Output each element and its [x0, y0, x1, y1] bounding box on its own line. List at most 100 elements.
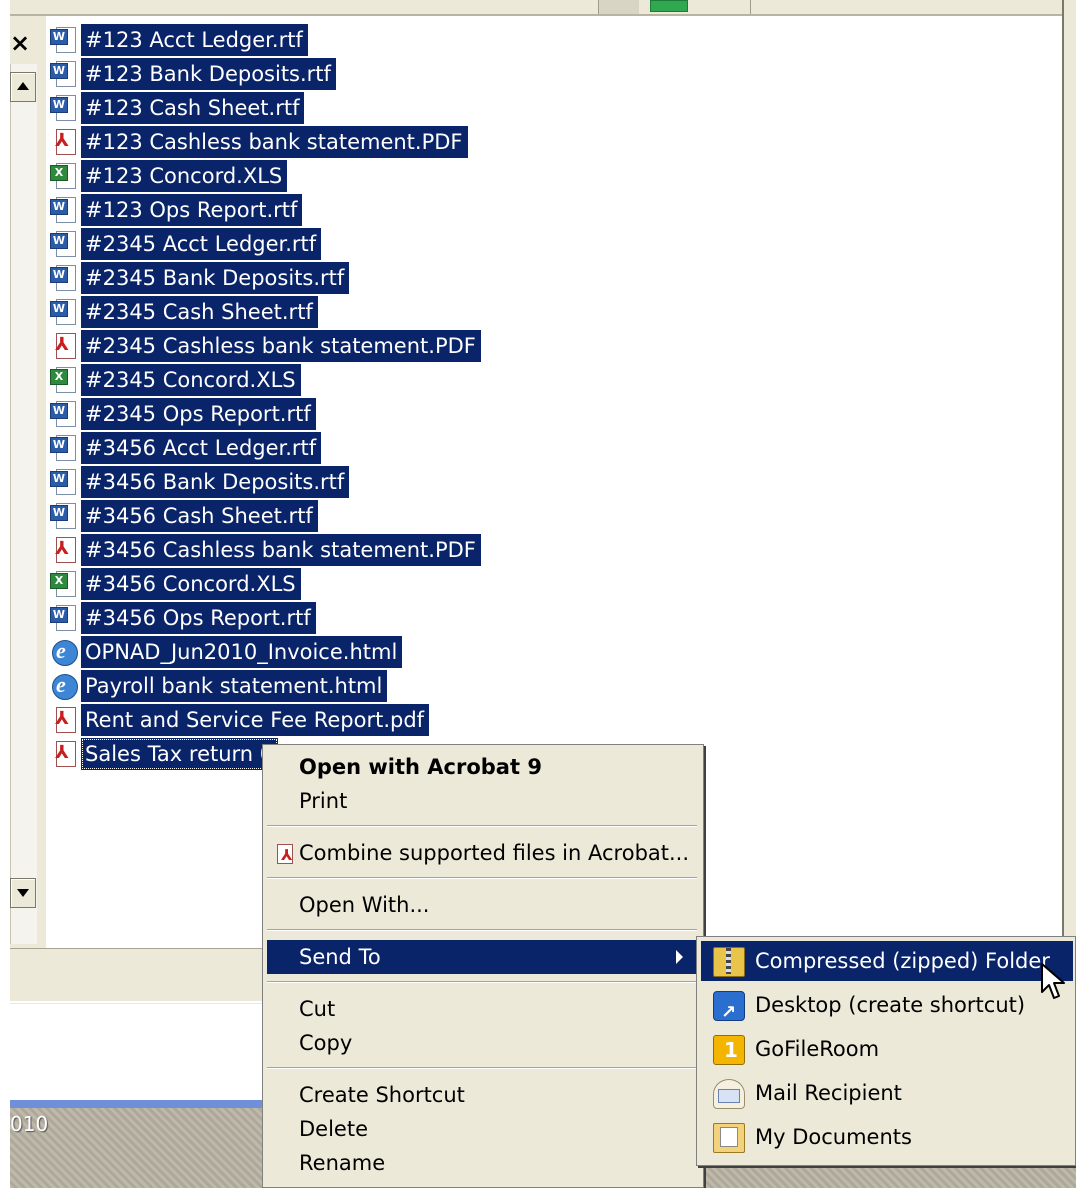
menu-rename[interactable]: Rename: [267, 1146, 697, 1180]
sendto-label: Mail Recipient: [755, 1081, 902, 1105]
menu-separator: [267, 981, 697, 983]
excel-icon: X: [48, 365, 78, 395]
file-row[interactable]: X #3456 Concord.XLS: [48, 567, 301, 601]
file-row[interactable]: e Payroll bank statement.html: [48, 669, 388, 703]
file-name-label: #123 Cashless bank statement.PDF: [81, 126, 468, 158]
file-name-label: #3456 Bank Deposits.rtf: [81, 466, 350, 498]
sendto-label: Desktop (create shortcut): [755, 993, 1026, 1017]
scroll-down-button[interactable]: [10, 878, 36, 908]
file-row[interactable]: W #123 Cash Sheet.rtf: [48, 91, 305, 125]
pdf-icon: ⅄: [48, 535, 78, 565]
pdf-icon: ⅄: [48, 127, 78, 157]
file-name-label: #3456 Acct Ledger.rtf: [81, 432, 322, 464]
file-name-label: #3456 Cash Sheet.rtf: [81, 500, 318, 532]
file-name-label: #2345 Bank Deposits.rtf: [81, 262, 350, 294]
sendto-gofileroom[interactable]: GoFileRoom: [701, 1029, 1073, 1069]
zip-folder-icon: [713, 947, 745, 977]
scroll-up-button[interactable]: [10, 72, 36, 102]
file-row[interactable]: ⅄ #2345 Cashless bank statement.PDF: [48, 329, 481, 363]
word-doc-icon: W: [48, 603, 78, 633]
file-name-label: #2345 Concord.XLS: [81, 364, 301, 396]
file-row[interactable]: ⅄ #3456 Cashless bank statement.PDF: [48, 533, 481, 567]
file-name-label: #123 Cash Sheet.rtf: [81, 92, 305, 124]
file-row[interactable]: W #2345 Acct Ledger.rtf: [48, 227, 322, 261]
word-doc-icon: W: [48, 297, 78, 327]
file-name-label: #2345 Ops Report.rtf: [81, 398, 316, 430]
word-doc-icon: W: [48, 501, 78, 531]
toolbar-dropdown-edge[interactable]: [598, 0, 639, 14]
file-name-label: #123 Concord.XLS: [81, 160, 288, 192]
menu-separator: [267, 1067, 697, 1069]
word-doc-icon: W: [48, 195, 78, 225]
file-row[interactable]: X #123 Concord.XLS: [48, 159, 288, 193]
send-to-submenu: Compressed (zipped) Folder Desktop (crea…: [696, 936, 1076, 1166]
file-row[interactable]: W #123 Acct Ledger.rtf: [48, 23, 308, 57]
word-doc-icon: W: [48, 229, 78, 259]
menu-combine-label: Combine supported files in Acrobat...: [299, 841, 690, 865]
file-name-label: Rent and Service Fee Report.pdf: [81, 704, 430, 736]
gofileroom-icon: [713, 1035, 745, 1065]
menu-cut[interactable]: Cut: [267, 992, 697, 1026]
acrobat-combine-icon: ⅄: [275, 842, 297, 864]
file-row[interactable]: W #123 Bank Deposits.rtf: [48, 57, 336, 91]
word-doc-icon: W: [48, 25, 78, 55]
sendto-label: Compressed (zipped) Folder: [755, 949, 1050, 973]
menu-combine-acrobat[interactable]: ⅄ Combine supported files in Acrobat...: [267, 836, 697, 870]
menu-separator: [267, 877, 697, 879]
file-row[interactable]: W #2345 Cash Sheet.rtf: [48, 295, 318, 329]
file-row[interactable]: W #2345 Ops Report.rtf: [48, 397, 316, 431]
menu-print[interactable]: Print: [267, 784, 697, 818]
file-name-label: #3456 Cashless bank statement.PDF: [81, 534, 481, 566]
mail-recipient-icon: [713, 1079, 745, 1109]
mouse-pointer-icon: [1041, 963, 1065, 999]
file-row[interactable]: ⅄ #123 Cashless bank statement.PDF: [48, 125, 468, 159]
file-row[interactable]: W #3456 Acct Ledger.rtf: [48, 431, 322, 465]
sendto-desktop[interactable]: Desktop (create shortcut): [701, 985, 1073, 1033]
file-name-label: #123 Bank Deposits.rtf: [81, 58, 336, 90]
pdf-icon: ⅄: [48, 705, 78, 735]
sendto-mail-recipient[interactable]: Mail Recipient: [701, 1073, 1073, 1113]
file-name-label: Sales Tax return 0: [81, 738, 279, 770]
file-name-label: #123 Acct Ledger.rtf: [81, 24, 308, 56]
excel-icon: X: [48, 569, 78, 599]
desktop-shortcut-icon: [713, 991, 745, 1033]
menu-open-with-acrobat[interactable]: Open with Acrobat 9: [267, 750, 697, 784]
file-row[interactable]: W #3456 Ops Report.rtf: [48, 601, 316, 635]
go-button[interactable]: [650, 0, 688, 12]
ie-html-icon: e: [48, 671, 78, 701]
menu-create-shortcut[interactable]: Create Shortcut: [267, 1078, 697, 1112]
window-titlebar-fragment: [10, 1100, 270, 1108]
file-name-label: OPNAD_Jun2010_Invoice.html: [81, 636, 403, 668]
arrow-down-icon: [17, 889, 29, 897]
file-name-label: #2345 Cashless bank statement.PDF: [81, 330, 481, 362]
sendto-compressed-folder[interactable]: Compressed (zipped) Folder: [701, 941, 1073, 981]
close-pane-icon[interactable]: ×: [10, 26, 36, 60]
file-row[interactable]: ⅄ Sales Tax return 0: [48, 737, 279, 771]
file-row[interactable]: W #3456 Cash Sheet.rtf: [48, 499, 318, 533]
menu-copy[interactable]: Copy: [267, 1026, 697, 1060]
desktop-label: 010: [10, 1112, 49, 1136]
sendto-my-documents[interactable]: My Documents: [701, 1117, 1073, 1157]
file-row[interactable]: W #2345 Bank Deposits.rtf: [48, 261, 350, 295]
file-name-label: #3456 Ops Report.rtf: [81, 602, 316, 634]
window-right-border: [1062, 0, 1076, 1000]
submenu-arrow-icon: [676, 950, 683, 964]
my-documents-icon: [713, 1123, 745, 1153]
file-name-label: Payroll bank statement.html: [81, 670, 388, 702]
menu-send-to[interactable]: Send To: [267, 940, 697, 974]
file-name-label: #2345 Cash Sheet.rtf: [81, 296, 318, 328]
vertical-scrollbar[interactable]: [10, 64, 37, 944]
file-row[interactable]: ⅄ Rent and Service Fee Report.pdf: [48, 703, 430, 737]
menu-open-with[interactable]: Open With...: [267, 888, 697, 922]
word-doc-icon: W: [48, 263, 78, 293]
file-row[interactable]: W #123 Ops Report.rtf: [48, 193, 303, 227]
file-row[interactable]: W #3456 Bank Deposits.rtf: [48, 465, 350, 499]
file-name-label: #123 Ops Report.rtf: [81, 194, 303, 226]
file-row[interactable]: e OPNAD_Jun2010_Invoice.html: [48, 635, 403, 669]
toolbar-strip: [10, 0, 1076, 16]
context-menu: Open with Acrobat 9 Print ⅄ Combine supp…: [262, 744, 704, 1188]
pdf-icon: ⅄: [48, 331, 78, 361]
sendto-label: My Documents: [755, 1125, 912, 1149]
menu-delete[interactable]: Delete: [267, 1112, 697, 1146]
file-row[interactable]: X #2345 Concord.XLS: [48, 363, 301, 397]
